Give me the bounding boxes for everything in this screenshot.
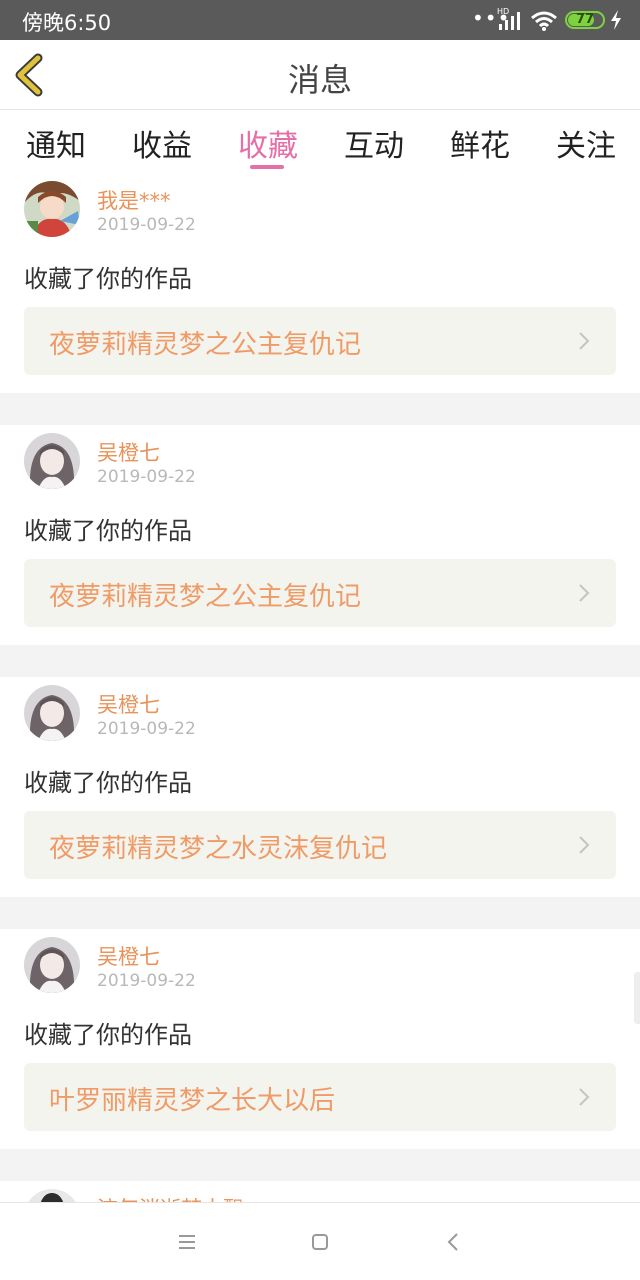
divider [0,645,640,677]
scrollbar-handle[interactable] [634,972,640,1024]
network-label: HD [497,7,510,16]
avatar[interactable] [24,937,80,993]
chevron-right-icon [579,332,590,350]
square-icon[interactable] [309,1231,331,1253]
work-title: 夜萝莉精灵梦之公主复仇记 [49,330,362,360]
username[interactable]: 我是*** [97,185,171,215]
list-item[interactable]: 流年消逝梦中飘 [0,1181,640,1202]
username[interactable]: 吴橙七 [97,689,160,719]
chevron-right-icon [579,1088,590,1106]
avatar[interactable] [24,181,80,237]
work-title: 夜萝莉精灵梦之水灵沫复仇记 [49,834,388,864]
divider [0,1149,640,1181]
work-link[interactable]: 夜萝莉精灵梦之水灵沫复仇记 [24,811,616,879]
timestamp: 2019-09-22 [97,719,196,739]
username[interactable]: 吴橙七 [97,437,160,467]
girl-avatar-icon [24,433,80,489]
action-text: 收藏了你的作品 [24,265,192,293]
list-item[interactable]: 吴橙七 2019-09-22 收藏了你的作品 夜萝莉精灵梦之水灵沫复仇记 [0,677,640,897]
back-triangle-icon[interactable] [442,1231,464,1253]
chevron-right-icon [579,584,590,602]
timestamp: 2019-09-22 [97,971,196,991]
charging-icon [611,10,621,30]
page-title: 消息 [287,61,352,99]
menu-icon[interactable] [176,1231,198,1253]
work-link[interactable]: 夜萝莉精灵梦之公主复仇记 [24,307,616,375]
status-bar: 傍晚6:50 ••• HD 77 [0,0,640,40]
battery-percent: 77 [575,12,595,27]
girl-avatar-icon [24,685,80,741]
avatar[interactable] [24,433,80,489]
tab-interactions[interactable]: 互动 [344,121,404,165]
avatar[interactable] [24,685,80,741]
list-item[interactable]: 我是*** 2019-09-22 收藏了你的作品 夜萝莉精灵梦之公主复仇记 [0,173,640,393]
work-title: 叶罗丽精灵梦之长大以后 [49,1086,336,1116]
work-title: 夜萝莉精灵梦之公主复仇记 [49,582,362,612]
work-link[interactable]: 叶罗丽精灵梦之长大以后 [24,1063,616,1131]
username[interactable]: 流年消逝梦中飘 [97,1193,244,1202]
wifi-icon [531,11,557,31]
girl-avatar-icon [24,937,80,993]
divider [0,897,640,929]
avatar[interactable] [24,1189,80,1202]
action-text: 收藏了你的作品 [24,769,192,797]
battery-icon: 77 [565,11,605,29]
tab-earnings[interactable]: 收益 [132,121,192,165]
system-nav-bar [0,1202,640,1280]
app-header: 消息 [0,40,640,110]
divider [0,393,640,425]
tab-notifications[interactable]: 通知 [26,121,86,165]
username[interactable]: 吴橙七 [97,941,160,971]
tab-bar: 通知 收益 收藏 互动 鲜花 关注 [0,111,640,173]
tab-follows[interactable]: 关注 [556,121,616,165]
status-time: 傍晚6:50 [22,11,112,35]
anime-avatar-icon [24,181,80,237]
timestamp: 2019-09-22 [97,467,196,487]
list-item[interactable]: 吴橙七 2019-09-22 收藏了你的作品 叶罗丽精灵梦之长大以后 [0,929,640,1149]
chevron-right-icon [579,836,590,854]
tab-flowers[interactable]: 鲜花 [450,121,510,165]
timestamp: 2019-09-22 [97,215,196,235]
work-link[interactable]: 夜萝莉精灵梦之公主复仇记 [24,559,616,627]
action-text: 收藏了你的作品 [24,517,192,545]
list-item[interactable]: 吴橙七 2019-09-22 收藏了你的作品 夜萝莉精灵梦之公主复仇记 [0,425,640,645]
tab-favorites[interactable]: 收藏 [238,121,298,165]
dark-avatar-icon [24,1189,80,1202]
action-text: 收藏了你的作品 [24,1021,192,1049]
active-tab-indicator [250,165,284,169]
